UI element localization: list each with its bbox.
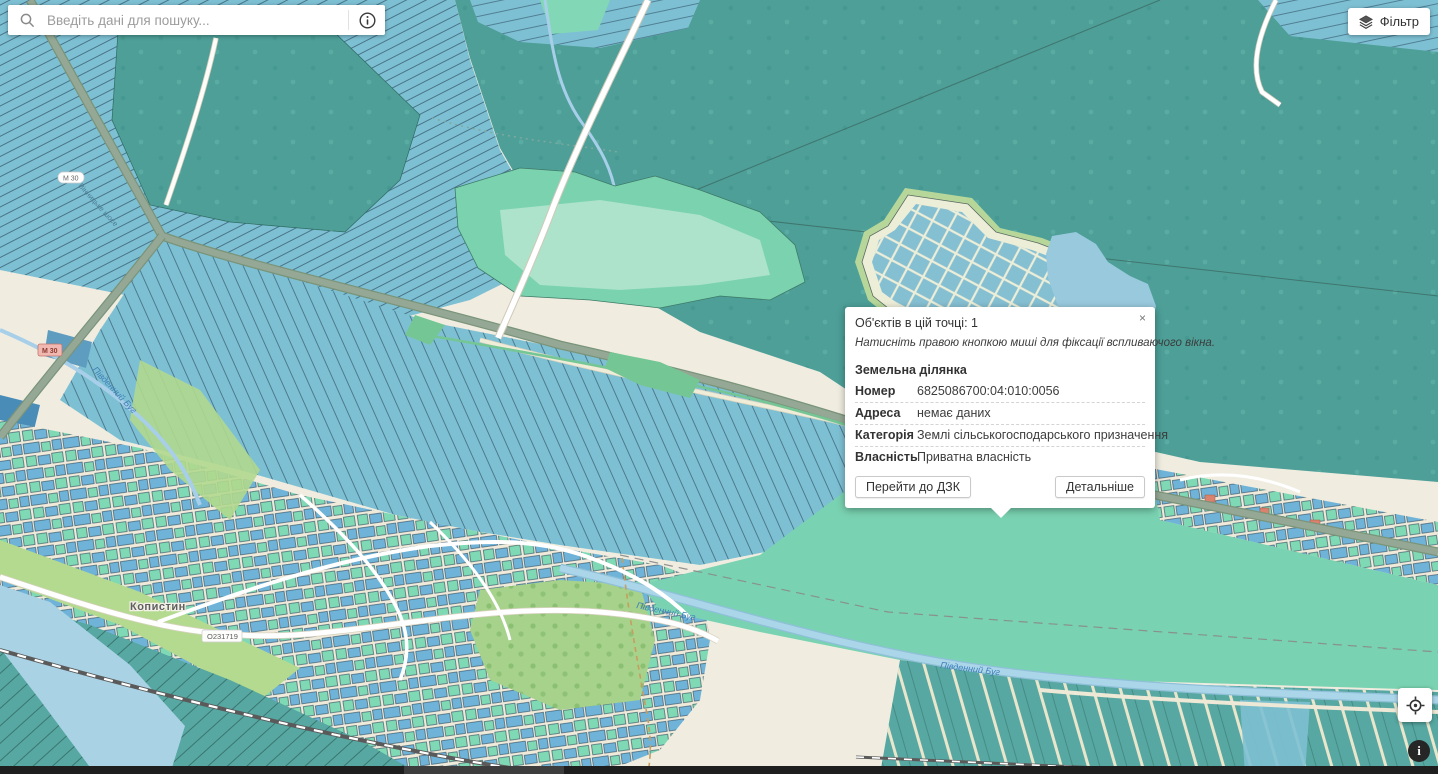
bottom-bar-segment <box>404 766 564 774</box>
filter-button[interactable]: Фільтр <box>1348 8 1430 35</box>
search-input[interactable] <box>45 12 348 29</box>
popup-attributes-table: Номер 6825086700:04:010:0056 Адреса нема… <box>855 381 1145 468</box>
locate-button[interactable] <box>1398 688 1432 722</box>
row-label: Категорія <box>855 428 917 442</box>
popup-section-title: Земельна ділянка <box>855 363 1145 377</box>
table-row: Номер 6825086700:04:010:0056 <box>855 381 1145 403</box>
row-label: Номер <box>855 384 917 398</box>
row-label: Власність <box>855 450 917 464</box>
crosshair-icon <box>1406 696 1425 715</box>
svg-text:М 30: М 30 <box>42 348 58 355</box>
search-icon <box>20 13 35 28</box>
filter-button-label: Фільтр <box>1380 14 1419 29</box>
svg-text:М 30: М 30 <box>63 176 79 183</box>
details-button[interactable]: Детальніше <box>1055 476 1145 498</box>
row-value: немає даних <box>917 406 1145 420</box>
info-circle-icon <box>359 12 376 29</box>
row-value: Приватна власність <box>917 450 1145 464</box>
popup-actions: Перейти до ДЗК Детальніше <box>855 476 1145 498</box>
popup-hint: Натисніть правою кнопкою миші для фіксац… <box>855 337 1145 349</box>
attribution-button[interactable]: i <box>1408 740 1430 762</box>
popup-close-button[interactable]: × <box>1137 310 1148 326</box>
table-row: Адреса немає даних <box>855 403 1145 425</box>
search-info-button[interactable] <box>349 5 385 35</box>
table-row: Категорія Землі сільськогосподарського п… <box>855 425 1145 447</box>
popup-objects-count: Об'єктів в цій точці: 1 <box>855 316 1145 330</box>
row-value: Землі сільськогосподарського призначення <box>917 428 1168 442</box>
attribution-i: i <box>1417 743 1421 759</box>
highway-badge: М 30 <box>58 172 84 183</box>
goto-dzk-button[interactable]: Перейти до ДЗК <box>855 476 971 498</box>
svg-text:О231719: О231719 <box>207 632 238 641</box>
row-value: 6825086700:04:010:0056 <box>917 384 1145 398</box>
table-row: Власність Приватна власність <box>855 447 1145 468</box>
search-bar <box>8 5 385 35</box>
road-ref-badge: О231719 <box>202 630 242 642</box>
row-label: Адреса <box>855 406 917 420</box>
bottom-bar <box>0 766 1438 774</box>
layers-icon <box>1359 15 1373 29</box>
parcel-popup: × Об'єктів в цій точці: 1 Натисніть прав… <box>845 307 1155 508</box>
place-label: Копистин <box>130 601 186 613</box>
map-canvas[interactable]: М 30 М 30 О231719 Вінницьке шосе Південн… <box>0 0 1438 774</box>
highway-shield: М 30 <box>38 344 62 356</box>
